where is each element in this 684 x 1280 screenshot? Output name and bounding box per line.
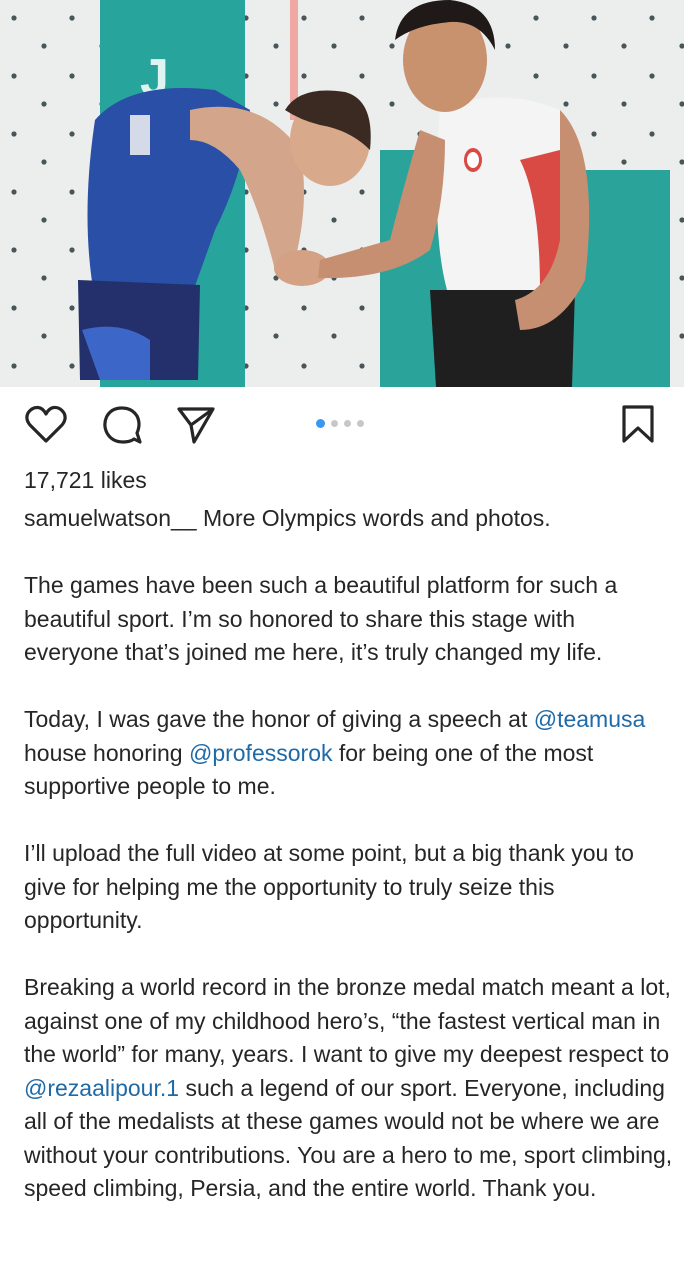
caption-paragraph-1: The games have been such a beautiful pla…	[24, 572, 618, 665]
carousel-dot	[316, 419, 325, 428]
post-image[interactable]: J	[0, 0, 684, 387]
caption-text: house honoring	[24, 739, 189, 766]
heart-icon[interactable]	[25, 405, 67, 445]
mention-link[interactable]: @teamusa	[534, 706, 646, 732]
climbers-photo: J	[0, 0, 684, 387]
mention-link[interactable]: @rezaalipour.1	[24, 1075, 179, 1101]
carousel-dot	[331, 420, 338, 427]
likes-count[interactable]: 17,721 likes	[24, 465, 147, 495]
mention-link[interactable]: @professorok	[189, 740, 333, 766]
caption-text: Today, I was gave the honor of giving a …	[24, 706, 534, 732]
caption-text: Breaking a world record in the bronze me…	[24, 974, 671, 1067]
caption-paragraph-4: Breaking a world record in the bronze me…	[24, 971, 674, 1206]
carousel-indicator	[316, 419, 364, 430]
post-caption: samuelwatson__ More Olympics words and p…	[24, 502, 674, 1206]
bookmark-icon[interactable]	[620, 404, 656, 444]
carousel-dot	[344, 420, 351, 427]
paper-plane-icon[interactable]	[176, 405, 216, 445]
carousel-dot	[357, 420, 364, 427]
caption-paragraph-3: I’ll upload the full video at some point…	[24, 840, 634, 933]
caption-intro-text: More Olympics words and photos.	[196, 505, 551, 531]
comment-icon[interactable]	[102, 405, 142, 445]
caption-paragraph-2: Today, I was gave the honor of giving a …	[24, 703, 674, 804]
caption-username[interactable]: samuelwatson__	[24, 505, 197, 531]
caption-intro: samuelwatson__ More Olympics words and p…	[24, 502, 674, 536]
